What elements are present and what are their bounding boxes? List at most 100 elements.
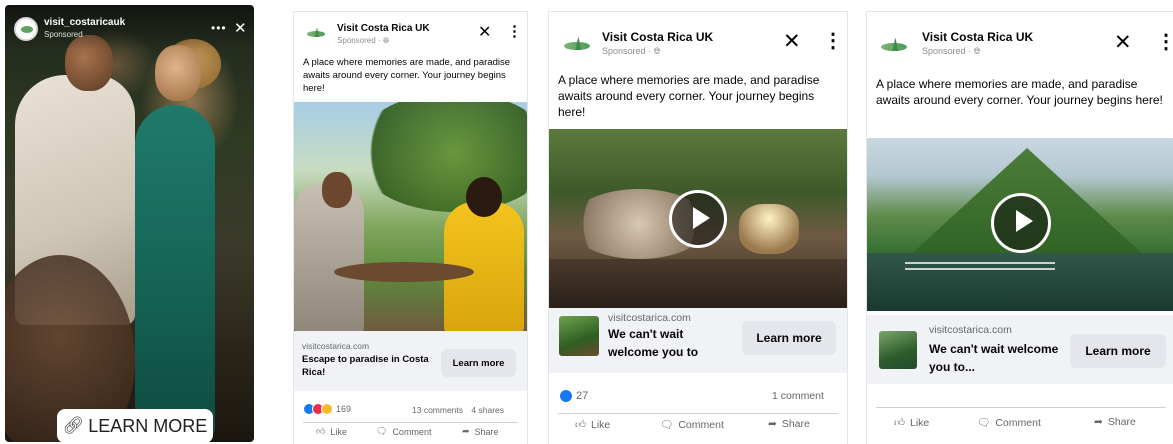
play-icon[interactable]: [991, 193, 1051, 253]
more-vertical-icon[interactable]: ⋮: [823, 28, 843, 53]
story-learn-more-button[interactable]: 🔗︎ LEARN MORE: [57, 409, 213, 442]
ad-video[interactable]: [549, 129, 847, 308]
page-name[interactable]: Visit Costa Rica UK: [602, 30, 713, 44]
feed-ad-video-spa: Visit Costa Rica UK Sponsored · 🌐︎ ✕ ⋮ A…: [549, 12, 847, 444]
haha-reaction-icon: [321, 403, 333, 415]
feed-ad-video-volcano: Visit Costa Rica UK Sponsored · 🌐︎ ✕ ⋮ A…: [867, 12, 1173, 444]
ad-headline[interactable]: Escape to paradise in Costa Rica!: [302, 353, 432, 379]
story-cta-label: LEARN MORE: [88, 415, 208, 436]
comment-button[interactable]: 🗨︎ Comment: [660, 418, 724, 432]
comment-icon: 🗨︎: [977, 417, 991, 429]
share-button[interactable]: ➦ Share: [768, 418, 810, 430]
globe-icon: · 🌐︎: [648, 46, 661, 56]
sponsored-text: Sponsored: [922, 46, 966, 56]
share-label: Share: [1107, 416, 1136, 428]
photo-woman-head: [466, 177, 502, 217]
close-icon[interactable]: ✕: [1114, 30, 1132, 55]
share-icon: ➦: [462, 426, 470, 436]
ad-video[interactable]: [867, 138, 1173, 311]
video-tray: [549, 259, 847, 308]
divider: [876, 407, 1166, 408]
reaction-count: 169: [336, 404, 352, 414]
cta-thumbnail[interactable]: [559, 316, 599, 356]
like-reaction-icon: [559, 389, 573, 403]
learn-more-button[interactable]: Learn more: [441, 349, 516, 377]
story-handle[interactable]: visit_costaricauk: [44, 17, 125, 28]
comment-button[interactable]: 🗨︎ Comment: [376, 426, 431, 437]
sponsored-label: Sponsored · 🌐︎: [922, 46, 981, 57]
like-label: Like: [330, 426, 347, 437]
thumbs-up-icon: 👍︎: [894, 417, 905, 429]
like-button[interactable]: 👍︎ Like: [894, 416, 930, 430]
like-label: Like: [590, 418, 611, 431]
more-vertical-icon[interactable]: ⋮: [1156, 29, 1173, 54]
sponsored-text: Sponsored: [602, 46, 646, 56]
comments-count[interactable]: 1 comment: [772, 390, 824, 402]
reaction-summary[interactable]: 169: [303, 403, 351, 415]
more-vertical-icon[interactable]: ⋮: [507, 22, 522, 40]
share-button[interactable]: ➦ Share: [462, 426, 499, 437]
learn-more-button[interactable]: Learn more: [742, 321, 836, 355]
play-icon[interactable]: [669, 190, 727, 248]
story-sponsored-label: Sponsored: [44, 30, 83, 39]
share-icon: ➦: [1094, 416, 1103, 428]
ad-domain: visitcostarica.com: [302, 341, 370, 351]
ad-body-text: A place where memories are made, and par…: [303, 57, 511, 94]
thumbs-up-icon: 👍︎: [316, 426, 326, 436]
ad-body-text: A place where memories are made, and par…: [558, 73, 820, 119]
story-ad[interactable]: visit_costaricauk Sponsored ••• ✕ 🔗︎ LEA…: [5, 5, 254, 442]
share-label: Share: [474, 426, 499, 437]
page-logo[interactable]: [877, 30, 911, 64]
close-icon[interactable]: ✕: [478, 22, 491, 42]
ad-domain: visitcostarica.com: [608, 312, 691, 324]
ad-photo[interactable]: [294, 102, 527, 331]
comment-button[interactable]: 🗨︎ Comment: [977, 416, 1041, 430]
reaction-count: 27: [576, 390, 589, 402]
close-icon[interactable]: ✕: [234, 19, 247, 37]
link-icon: 🔗︎: [62, 416, 85, 435]
video-candle: [739, 204, 799, 254]
comment-label: Comment: [995, 416, 1041, 429]
comments-shares-count[interactable]: 13 comments 4 shares: [412, 405, 504, 415]
globe-icon: · 🌐︎: [377, 36, 390, 45]
globe-icon: · 🌐︎: [968, 46, 981, 56]
comment-label: Comment: [678, 418, 724, 431]
feed-ad-photo: Visit Costa Rica UK Sponsored · 🌐︎ ✕ ⋮ A…: [294, 12, 527, 444]
photo-man-head: [322, 172, 352, 208]
photo-table: [334, 262, 474, 282]
divider: [558, 413, 838, 414]
ad-body-text: A place where memories are made, and par…: [876, 77, 1163, 107]
sponsored-label: Sponsored · 🌐︎: [337, 36, 389, 46]
video-caption-overlay: [905, 258, 1055, 280]
share-button[interactable]: ➦ Share: [1094, 416, 1136, 428]
page-logo[interactable]: [560, 29, 594, 63]
thumbs-up-icon: 👍︎: [575, 419, 586, 431]
comment-icon: 🗨︎: [660, 419, 674, 431]
page-name[interactable]: Visit Costa Rica UK: [337, 23, 430, 34]
story-avatar[interactable]: [14, 17, 38, 41]
comments-count[interactable]: 13 comments: [412, 405, 463, 415]
comment-label: Comment: [392, 426, 432, 437]
story-photo-woman: [135, 105, 215, 435]
sponsored-label: Sponsored · 🌐︎: [602, 46, 661, 57]
like-button[interactable]: 👍︎ Like: [316, 426, 347, 437]
like-button[interactable]: 👍︎ Like: [575, 418, 611, 432]
learn-more-button[interactable]: Learn more: [1070, 334, 1166, 368]
share-icon: ➦: [768, 418, 777, 430]
ad-headline[interactable]: We can't wait welcome you to: [608, 325, 733, 361]
sponsored-text: Sponsored: [337, 36, 376, 45]
page-logo[interactable]: [304, 22, 328, 46]
cta-thumbnail[interactable]: [879, 331, 917, 369]
more-horizontal-icon[interactable]: •••: [211, 21, 227, 35]
comment-icon: 🗨︎: [376, 426, 388, 436]
divider: [303, 422, 518, 423]
story-photo-woman-head: [155, 45, 201, 101]
ad-headline[interactable]: We can't wait welcome you to...: [929, 340, 1059, 376]
share-label: Share: [781, 418, 810, 430]
page-name[interactable]: Visit Costa Rica UK: [922, 30, 1033, 44]
shares-count[interactable]: 4 shares: [471, 405, 504, 415]
ad-domain: visitcostarica.com: [929, 324, 1012, 336]
reaction-summary[interactable]: 27: [559, 389, 588, 403]
close-icon[interactable]: ✕: [783, 29, 801, 54]
like-label: Like: [909, 416, 930, 429]
